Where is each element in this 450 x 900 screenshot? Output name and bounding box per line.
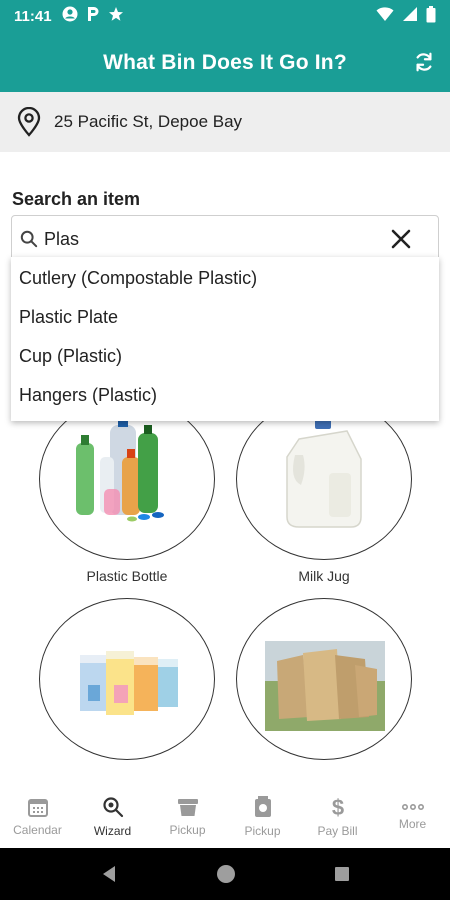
nav-pickup[interactable]: Pickup — [150, 786, 225, 848]
close-icon — [391, 229, 411, 249]
location-bar[interactable]: 25 Pacific St, Depoe Bay — [0, 92, 450, 152]
location-pin-icon — [17, 107, 41, 137]
search-input[interactable] — [44, 228, 374, 250]
item-label: Milk Jug — [298, 568, 350, 584]
suggestion-item[interactable]: Hangers (Plastic) — [11, 376, 439, 415]
bin-icon — [177, 799, 198, 816]
search-icon — [20, 230, 38, 248]
parking-icon — [86, 6, 100, 27]
nav-pay-bill[interactable]: $ Pay Bill — [300, 786, 375, 848]
plastic-bottles-image — [76, 417, 164, 522]
account-circle-icon — [62, 6, 78, 27]
nav-pickup-2[interactable]: Pickup — [225, 786, 300, 848]
star-icon — [108, 6, 124, 27]
nav-label: Pay Bill — [317, 824, 358, 838]
item-image-circle — [236, 398, 412, 560]
nav-label: Calendar — [13, 823, 62, 837]
item-paper-bags[interactable] — [236, 598, 412, 768]
item-label: Plastic Bottle — [86, 568, 168, 584]
cartons-image — [80, 651, 178, 715]
bottom-nav: Calendar Wizard Pickup Pickup $ Pay Bill — [0, 786, 450, 848]
milk-jug-image — [286, 417, 362, 528]
recents-icon[interactable] — [334, 866, 350, 882]
back-icon[interactable] — [100, 865, 118, 883]
suggestion-item[interactable]: Cutlery (Compostable Plastic) — [11, 259, 439, 298]
dollar-icon: $ — [331, 796, 343, 818]
signal-icon — [402, 6, 418, 27]
paper-bags-image — [265, 641, 385, 731]
clear-search-button[interactable] — [388, 226, 414, 252]
refresh-button[interactable] — [410, 48, 438, 76]
battery-icon — [426, 5, 436, 28]
magnifier-icon — [102, 797, 123, 818]
suggestion-item[interactable]: Cup (Plastic) — [11, 337, 439, 376]
status-time: 11:41 — [14, 8, 52, 25]
calendar-icon — [27, 799, 48, 817]
search-suggestions: Cutlery (Compostable Plastic) Plastic Pl… — [11, 257, 439, 421]
more-icon — [401, 803, 424, 811]
nav-label: Wizard — [93, 824, 132, 838]
refresh-icon — [416, 52, 432, 72]
nav-label: More — [398, 817, 427, 831]
nav-label: Pickup — [169, 823, 206, 837]
system-nav-bar — [0, 848, 450, 900]
status-bar: 11:41 — [0, 0, 450, 33]
item-cartons[interactable] — [39, 598, 215, 768]
svg-text:$: $ — [331, 796, 343, 818]
item-image-circle — [39, 598, 215, 760]
location-address: 25 Pacific St, Depoe Bay — [54, 112, 243, 131]
nav-more[interactable]: More — [375, 786, 450, 848]
search-label: Search an item — [12, 189, 141, 209]
wifi-icon — [376, 6, 394, 27]
nav-label: Pickup — [244, 824, 281, 838]
item-image-circle — [39, 398, 215, 560]
search-box[interactable] — [11, 215, 439, 263]
item-image-circle — [236, 598, 412, 760]
item-milk-jug[interactable]: Milk Jug — [236, 398, 412, 584]
trash-can-icon — [254, 796, 271, 817]
home-icon[interactable] — [216, 864, 236, 884]
app-bar: What Bin Does It Go In? — [0, 33, 450, 92]
app-title: What Bin Does It Go In? — [103, 50, 347, 74]
item-plastic-bottle[interactable]: Plastic Bottle — [39, 398, 215, 584]
nav-calendar[interactable]: Calendar — [0, 786, 75, 848]
suggestion-item[interactable]: Plastic Plate — [11, 298, 439, 337]
nav-wizard[interactable]: Wizard — [75, 786, 150, 848]
